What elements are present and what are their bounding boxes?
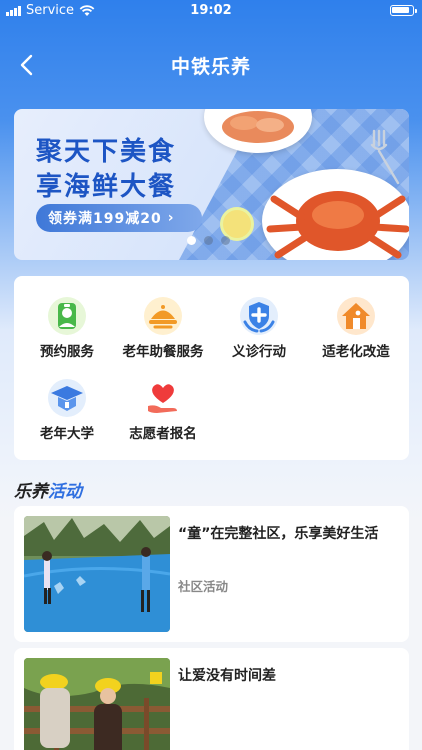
section-title-part1: 乐养	[14, 482, 48, 502]
shrimp-plate-image	[204, 109, 312, 153]
service-clinic[interactable]: 义诊行动	[210, 276, 308, 360]
service-label: 预约服务	[40, 344, 94, 360]
heart-hand-icon	[148, 384, 177, 413]
battery-icon	[390, 5, 417, 16]
service-label: 适老化改造	[322, 344, 390, 360]
pager-dot[interactable]	[221, 236, 230, 245]
pager-dot[interactable]	[187, 236, 196, 245]
activity-image	[24, 516, 170, 632]
banner-headline-1: 聚天下美食	[36, 137, 177, 167]
fork-icon	[370, 129, 400, 185]
service-volunteer[interactable]: 志愿者报名	[114, 358, 212, 442]
service-label: 老年助餐服务	[122, 344, 204, 360]
meal-icon	[144, 297, 182, 335]
coupon-label: 领券满199减20	[48, 211, 162, 227]
doctor-icon	[48, 297, 86, 335]
service-renovation[interactable]: 适老化改造	[307, 276, 405, 360]
status-time: 19:02	[190, 3, 232, 18]
service-label: 义诊行动	[232, 344, 286, 360]
coupon-arrow-icon: ›	[167, 210, 175, 226]
activity-image	[24, 658, 170, 750]
activity-title: 让爱没有时间差	[178, 668, 276, 684]
house-icon	[337, 297, 375, 335]
activity-card[interactable]: 让爱没有时间差 报名	[14, 648, 409, 750]
pager-dot[interactable]	[204, 236, 213, 245]
activity-card[interactable]: “童”在完整社区，乐享美好生活 社区活动	[14, 506, 409, 642]
status-bar: Service 19:02	[0, 0, 422, 22]
nav-bar: 中铁乐养	[0, 38, 422, 92]
services-card: 预约服务 老年助餐服务 义诊行动 适老化改造 老年大学 志愿者报名	[14, 276, 409, 460]
page-title: 中铁乐养	[170, 56, 251, 78]
coupon-button[interactable]: 领券满199减20 ›	[36, 204, 202, 232]
service-university[interactable]: 老年大学	[18, 358, 116, 442]
activity-tag: 社区活动	[178, 579, 229, 594]
section-title: 乐养活动	[14, 477, 82, 502]
service-meal[interactable]: 老年助餐服务	[114, 276, 212, 360]
banner-headline-2: 享海鲜大餐	[36, 172, 177, 202]
activity-title: “童”在完整社区，乐享美好生活	[178, 526, 379, 542]
medical-hands-icon	[240, 297, 278, 335]
section-title-part2: 活动	[48, 482, 82, 502]
banner-pager	[187, 236, 230, 245]
graduation-icon	[48, 379, 86, 417]
service-label: 老年大学	[40, 426, 94, 442]
service-appointment[interactable]: 预约服务	[18, 276, 116, 360]
service-label: 志愿者报名	[129, 426, 197, 442]
